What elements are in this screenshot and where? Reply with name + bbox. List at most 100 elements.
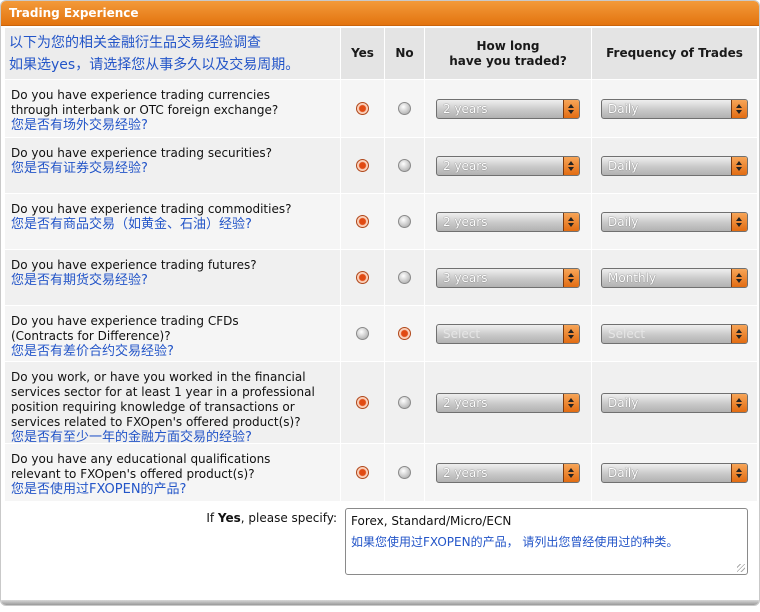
how-long-select[interactable]: 2 years [436, 462, 580, 483]
how-long-value: 2 years [443, 395, 488, 410]
frequency-select[interactable]: Daily [601, 211, 748, 232]
how-long-value: 2 years [443, 465, 488, 480]
yes-cell [341, 194, 385, 249]
header-how-long: How long have you traded? [425, 28, 592, 79]
frequency-select[interactable]: Select [601, 323, 748, 344]
yes-radio[interactable] [356, 396, 369, 409]
question-text-line: Do you work, or have you worked in the f… [11, 370, 306, 384]
updown-arrow-icon [731, 463, 747, 482]
yes-cell [341, 80, 385, 137]
no-cell [385, 444, 425, 501]
frequency-select[interactable]: Monthly [601, 267, 748, 288]
question-text-line: Do you have any educational qualificatio… [11, 452, 271, 466]
question-text-line: (Contracts for Difference)? [11, 329, 171, 343]
frequency-select[interactable]: Daily [601, 392, 748, 413]
question-chinese: 您是否有商品交易（如黄金、石油）经验? [11, 217, 252, 232]
yes-radio[interactable] [356, 159, 369, 172]
frequency-cell: Daily [592, 80, 757, 137]
question-chinese: 您是否有场外交易经验? [11, 118, 148, 133]
updown-arrow-icon [731, 156, 747, 175]
how-long-value: 2 years [443, 101, 488, 116]
question-text-line: position requiring knowledge of transact… [11, 400, 295, 414]
frequency-select[interactable]: Daily [601, 462, 748, 483]
frequency-value: Daily [608, 158, 639, 173]
question-row: Do you have experience trading commoditi… [5, 194, 757, 250]
how-long-value: 2 years [443, 158, 488, 173]
question-text-line: relevant to FXOpen's offered product(s)? [11, 467, 255, 481]
updown-arrow-icon [563, 268, 579, 287]
experience-grid: 以下为您的相关金融衍生品交易经验调查 如果选yes，请选择您从事多久以及交易周期… [5, 28, 757, 502]
question-text-line: through interbank or OTC foreign exchang… [11, 103, 279, 117]
updown-arrow-icon [563, 99, 579, 118]
updown-arrow-icon [563, 463, 579, 482]
yes-cell [341, 306, 385, 361]
question-row: Do you have experience trading CFDs (Cont… [5, 306, 757, 362]
how-long-select[interactable]: 2 years [436, 155, 580, 176]
how-long-select[interactable]: Select [436, 323, 580, 344]
intro-line-2: 如果选yes，请选择您从事多久以及交易周期。 [9, 56, 300, 73]
how-long-cell: 2 years [425, 80, 592, 137]
no-radio[interactable] [398, 159, 411, 172]
question-cell: Do you have experience trading CFDs (Cont… [5, 306, 341, 361]
question-text-line: Do you have experience trading currencie… [11, 88, 270, 102]
frequency-value: Select [608, 326, 646, 341]
how-long-select[interactable]: 2 years [436, 211, 580, 232]
question-text-line: Do you have experience trading CFDs [11, 314, 239, 328]
grid-header-row: 以下为您的相关金融衍生品交易经验调查 如果选yes，请选择您从事多久以及交易周期… [5, 28, 757, 80]
trading-experience-panel: Trading Experience 以下为您的相关金融衍生品交易经验调查 如果… [0, 0, 760, 606]
how-long-value: 3 years [443, 270, 488, 285]
yes-radio[interactable] [356, 271, 369, 284]
how-long-select[interactable]: 3 years [436, 267, 580, 288]
question-text-line: Do you have experience trading securitie… [11, 146, 272, 160]
yes-cell [341, 362, 385, 443]
question-text-line: Do you have experience trading futures? [11, 258, 257, 272]
how-long-cell: Select [425, 306, 592, 361]
how-long-select[interactable]: 2 years [436, 98, 580, 119]
yes-cell [341, 444, 385, 501]
resize-grip-icon[interactable] [737, 564, 745, 572]
question-cell: Do you have experience trading securitie… [5, 138, 341, 193]
question-chinese: 您是否有期货交易经验? [11, 273, 148, 288]
question-cell: Do you work, or have you worked in the f… [5, 362, 341, 445]
panel-bottom-bar [1, 600, 759, 605]
header-frequency: Frequency of Trades [592, 28, 757, 79]
question-row: Do you have experience trading securitie… [5, 138, 757, 194]
no-cell [385, 138, 425, 193]
question-cell: Do you have experience trading futures? 您… [5, 250, 341, 305]
yes-radio[interactable] [356, 102, 369, 115]
frequency-value: Daily [608, 395, 639, 410]
frequency-select[interactable]: Daily [601, 98, 748, 119]
frequency-value: Monthly [608, 270, 657, 285]
how-long-cell: 2 years [425, 138, 592, 193]
how-long-cell: 2 years [425, 362, 592, 443]
updown-arrow-icon [731, 393, 747, 412]
frequency-select[interactable]: Daily [601, 155, 748, 176]
question-chinese: 您是否有证券交易经验? [11, 161, 148, 176]
no-cell [385, 80, 425, 137]
yes-radio[interactable] [356, 215, 369, 228]
question-chinese: 您是否使用过FXOPEN的产品? [11, 482, 187, 497]
panel-title: Trading Experience [1, 1, 759, 26]
question-row: Do you have any educational qualificatio… [5, 444, 757, 502]
question-row: Do you work, or have you worked in the f… [5, 362, 757, 445]
how-long-select[interactable]: 2 years [436, 392, 580, 413]
frequency-value: Daily [608, 101, 639, 116]
how-long-cell: 3 years [425, 250, 592, 305]
yes-radio[interactable] [356, 466, 369, 479]
no-radio[interactable] [398, 466, 411, 479]
no-radio[interactable] [398, 327, 411, 340]
specify-value: Forex, Standard/Micro/ECN [351, 514, 512, 528]
specify-textarea[interactable]: Forex, Standard/Micro/ECN 如果您使用过FXOPEN的产… [345, 508, 748, 575]
question-text-line: Do you have experience trading commoditi… [11, 202, 292, 216]
frequency-cell: Daily [592, 444, 757, 501]
no-radio[interactable] [398, 271, 411, 284]
no-radio[interactable] [398, 396, 411, 409]
yes-radio[interactable] [356, 327, 369, 340]
no-cell [385, 194, 425, 249]
updown-arrow-icon [731, 268, 747, 287]
no-radio[interactable] [398, 215, 411, 228]
how-long-value: 2 years [443, 214, 488, 229]
how-long-cell: 2 years [425, 194, 592, 249]
no-radio[interactable] [398, 102, 411, 115]
question-text-line: services sector for at least 1 year in a… [11, 385, 315, 399]
